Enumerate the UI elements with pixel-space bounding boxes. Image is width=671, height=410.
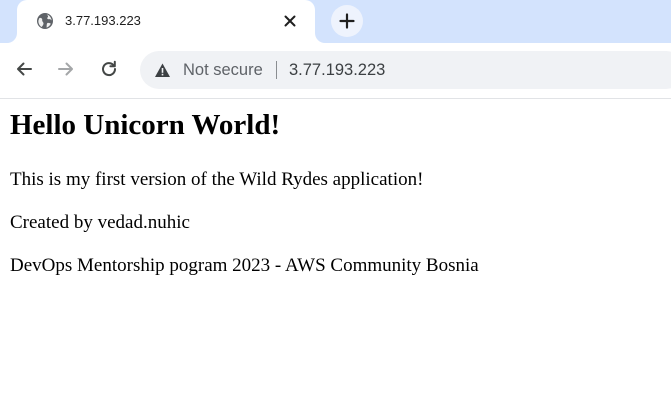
globe-icon (37, 13, 53, 29)
active-tab[interactable]: 3.77.193.223 (17, 0, 315, 43)
paragraph-intro: This is my first version of the Wild Ryd… (10, 169, 424, 190)
close-icon[interactable] (281, 12, 299, 30)
forward-arrow-icon[interactable] (56, 59, 76, 79)
toolbar: Not secure 3.77.193.223 (0, 43, 671, 99)
url-text[interactable]: 3.77.193.223 (289, 61, 385, 80)
security-status-label[interactable]: Not secure (183, 61, 263, 80)
new-tab-button[interactable] (331, 5, 363, 37)
page-content: Hello Unicorn World! This is my first ve… (0, 99, 671, 410)
page-heading: Hello Unicorn World! (10, 109, 281, 141)
warning-triangle-icon[interactable] (154, 62, 171, 79)
omnibox-separator (276, 61, 277, 79)
reload-icon[interactable] (99, 59, 119, 79)
paragraph-program: DevOps Mentorship pogram 2023 - AWS Comm… (10, 255, 479, 276)
back-arrow-icon[interactable] (14, 59, 34, 79)
plus-icon (339, 13, 355, 29)
tab-strip: 3.77.193.223 (0, 0, 671, 43)
tab-title: 3.77.193.223 (65, 13, 141, 28)
address-bar[interactable]: Not secure 3.77.193.223 (140, 51, 671, 89)
paragraph-author: Created by vedad.nuhic (10, 212, 190, 233)
browser-window: 3.77.193.223 Not secure 3.77.193.223 Hel… (0, 0, 671, 410)
